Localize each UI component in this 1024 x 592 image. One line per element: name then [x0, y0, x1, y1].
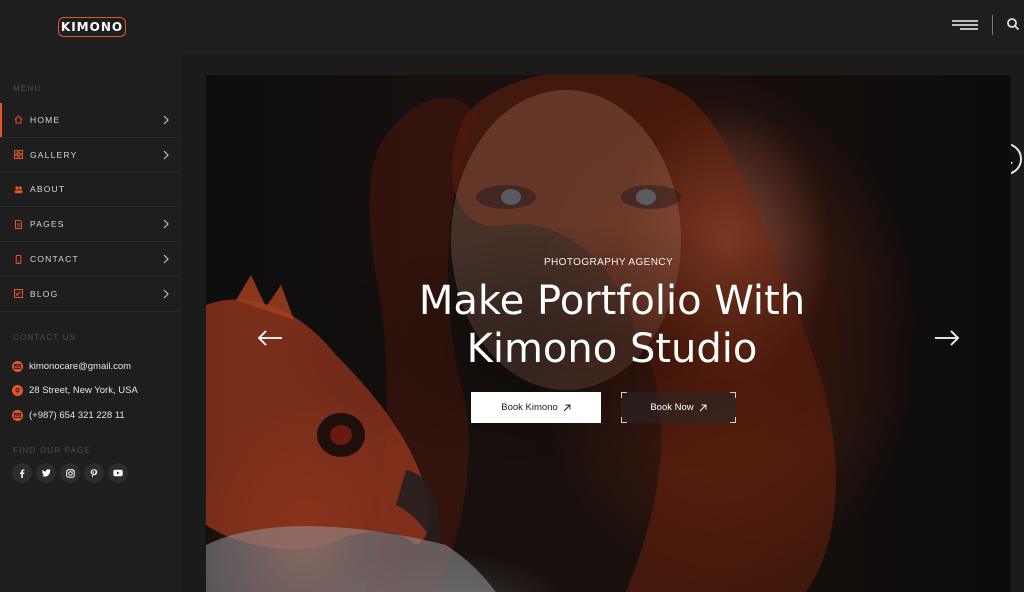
hamburger-menu-button[interactable] [950, 19, 978, 31]
hero-title: Make Portfolio With Kimono Studio [206, 277, 1011, 373]
menu-section-label: MENU [13, 84, 42, 93]
chevron-right-icon [163, 254, 169, 264]
sidebar-item-label: CONTACT [30, 254, 79, 265]
arrow-up-right-icon [699, 404, 707, 411]
contact-section-label: CONTACT US [13, 333, 77, 342]
contact-address: 28 Street, New York, USA [12, 379, 138, 404]
arrow-left-icon [257, 330, 282, 346]
chevron-right-icon [163, 150, 169, 160]
sidebar-item-gallery[interactable]: GALLERY [0, 138, 182, 173]
contact-phone[interactable]: (+987) 654 321 228 11 [12, 403, 138, 428]
corner-bracket [730, 417, 736, 423]
book-kimono-button[interactable]: Book Kimono [471, 392, 601, 423]
hero-title-line-1: Make Portfolio With [418, 278, 806, 324]
sidebar-item-label: BLOG [30, 288, 59, 299]
pinterest-icon[interactable] [84, 463, 104, 483]
hero-title-line-2: Kimono Studio [466, 326, 758, 372]
hamburger-line [960, 28, 978, 30]
contact-email[interactable]: kimonocare@gmail.com [12, 354, 138, 379]
contact-address-text: 28 Street, New York, USA [29, 385, 138, 397]
facebook-icon[interactable] [12, 463, 32, 483]
hero-eyebrow: PHOTOGRAPHY AGENCY [543, 257, 674, 268]
hamburger-line [952, 24, 978, 26]
email-icon [12, 360, 23, 372]
search-button[interactable] [1006, 17, 1022, 33]
chevron-right-icon [163, 289, 169, 299]
corner-bracket [621, 417, 627, 423]
top-bar: KIMONO [0, 0, 1024, 55]
users-icon [14, 185, 23, 194]
social-links [12, 463, 128, 483]
phone-icon [12, 409, 23, 421]
sidebar-item-blog[interactable]: BLOG [0, 277, 182, 312]
sidebar-item-label: HOME [30, 114, 61, 125]
corner-bracket [730, 392, 736, 398]
book-now-label: Book Now [650, 402, 694, 413]
sidebar-item-pages[interactable]: PAGES [0, 207, 182, 243]
chevron-right-icon [163, 115, 169, 125]
contact-phone-text: (+987) 654 321 228 11 [29, 409, 125, 421]
instagram-icon[interactable] [60, 463, 80, 483]
hero-slider: PHOTOGRAPHY AGENCY Make Portfolio With K… [206, 75, 1011, 592]
hamburger-line [952, 20, 978, 22]
logo[interactable]: KIMONO [58, 17, 126, 37]
arrow-right-icon [935, 330, 960, 346]
sidebar-item-about[interactable]: ABOUT [0, 173, 182, 208]
sidebar-item-contact[interactable]: CONTACT [0, 242, 182, 277]
contact-list: kimonocare@gmail.com 28 Street, New York… [12, 354, 138, 428]
search-icon [1007, 18, 1020, 31]
corner-bracket [621, 392, 627, 398]
arrow-up-right-icon [563, 404, 571, 411]
sidebar-item-label: PAGES [30, 219, 65, 230]
gallery-icon [14, 150, 23, 160]
sidebar-item-label: GALLERY [30, 149, 78, 160]
sidebar-item-home[interactable]: HOME [0, 103, 182, 138]
youtube-icon[interactable] [108, 463, 128, 483]
twitter-icon[interactable] [36, 463, 56, 483]
phone-icon [14, 254, 23, 264]
slider-prev-button[interactable] [256, 329, 284, 347]
page-icon [14, 219, 23, 229]
book-kimono-label: Book Kimono [501, 402, 558, 413]
sidebar-item-label: ABOUT [30, 184, 66, 195]
book-now-button[interactable]: Book Now [621, 392, 736, 423]
social-section-label: FIND OUR PAGE [13, 446, 92, 455]
contact-email-text: kimonocare@gmail.com [29, 360, 132, 372]
topbar-divider [992, 15, 993, 35]
slider-next-button[interactable] [933, 329, 961, 347]
location-icon [12, 385, 23, 397]
chevron-right-icon [163, 219, 169, 229]
sidebar: MENU HOME GALLERY ABOUT PAGES CONTACT BL… [0, 55, 182, 592]
blog-icon [14, 289, 23, 299]
sidebar-menu: HOME GALLERY ABOUT PAGES CONTACT BLOG [0, 103, 182, 312]
logo-text: KIMONO [60, 20, 124, 34]
home-icon [14, 115, 23, 124]
